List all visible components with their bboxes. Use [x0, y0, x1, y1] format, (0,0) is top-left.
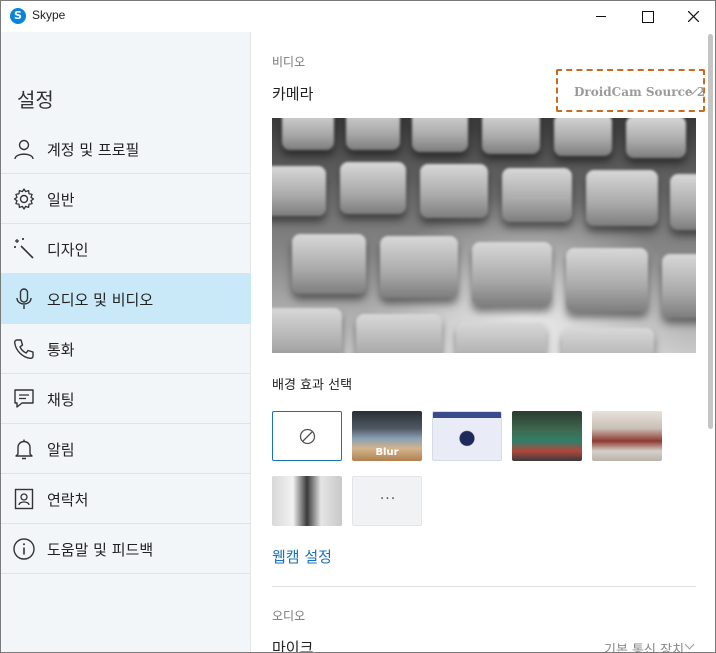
camera-selected-value: DroidCam Source 2: [574, 85, 706, 99]
preview-key: [502, 168, 572, 222]
preview-key: [626, 118, 686, 158]
sidebar-item-label: 채팅: [47, 391, 75, 409]
background-image-office-green[interactable]: [512, 411, 582, 461]
sidebar-item-label: 통화: [47, 341, 75, 359]
preview-key: [554, 118, 612, 156]
blur-label: Blur: [375, 447, 399, 458]
microphone-label: 마이크: [272, 639, 314, 653]
preview-key: [482, 118, 540, 154]
person-icon: [14, 139, 34, 160]
preview-key: [282, 118, 334, 150]
sidebar-title: 설정: [17, 88, 54, 112]
sidebar-item-audio-video[interactable]: 오디오 및 비디오: [1, 274, 251, 324]
scrollbar-thumb[interactable]: [708, 34, 713, 429]
sidebar-item-notifications[interactable]: 알림: [1, 424, 251, 474]
preview-key: [456, 322, 546, 353]
sidebar-item-calls[interactable]: 통화: [1, 324, 251, 374]
more-icon: ···: [379, 491, 397, 507]
camera-select-dropdown[interactable]: DroidCam Source 2: [556, 69, 705, 112]
gear-icon: [13, 188, 35, 210]
sidebar-item-chat[interactable]: 채팅: [1, 374, 251, 424]
contact-card-icon: [14, 488, 34, 510]
microphone-icon: [16, 288, 32, 309]
section-divider: [272, 586, 696, 587]
sidebar-item-design[interactable]: 디자인: [1, 224, 251, 274]
preview-key: [292, 234, 366, 294]
preview-key: [272, 166, 326, 216]
title-bar: S Skype: [1, 1, 715, 32]
preview-key: [356, 314, 442, 353]
preview-key: [662, 254, 696, 318]
sidebar-item-label: 오디오 및 비디오: [47, 291, 154, 309]
minimize-button[interactable]: [578, 1, 624, 32]
background-image-office-red[interactable]: [592, 411, 662, 461]
chevron-down-icon: [684, 639, 695, 650]
audio-video-settings-panel: 비디오 카메라 DroidCam Source 2 배경 효과 선택 Blur …: [252, 32, 715, 653]
preview-key: [420, 164, 488, 218]
preview-key: [566, 248, 648, 312]
camera-preview: [272, 118, 696, 353]
video-section-label: 비디오: [272, 55, 306, 69]
sidebar-item-label: 계정 및 프로필: [47, 141, 140, 159]
background-effect-label: 배경 효과 선택: [272, 378, 353, 393]
chat-icon: [14, 389, 34, 408]
preview-key: [380, 236, 458, 298]
skype-settings-window: S Skype 설정 계정 및 프로필 일반 디자인 오디오 및 비디오 통화 …: [0, 0, 716, 653]
close-icon: [688, 11, 699, 22]
magic-wand-icon: [14, 238, 34, 259]
preview-key: [412, 118, 468, 152]
no-effect-icon: [299, 428, 316, 445]
preview-key: [472, 242, 552, 306]
background-image-room[interactable]: [272, 476, 342, 526]
background-none-option[interactable]: [272, 411, 342, 461]
sidebar-item-label: 일반: [47, 191, 75, 209]
settings-nav: 계정 및 프로필 일반 디자인 오디오 및 비디오 통화 채팅 알림 연락처 도…: [1, 124, 251, 574]
preview-key: [586, 170, 658, 226]
window-title: Skype: [32, 8, 66, 22]
sidebar-item-general[interactable]: 일반: [1, 174, 251, 224]
more-backgrounds-button[interactable]: ···: [352, 476, 422, 526]
sidebar-item-contacts[interactable]: 연락처: [1, 474, 251, 524]
sidebar-item-help-feedback[interactable]: 도움말 및 피드백: [1, 524, 251, 574]
preview-key: [670, 174, 696, 230]
preview-key: [340, 162, 406, 214]
bell-icon: [15, 439, 33, 460]
background-blur-option[interactable]: Blur: [352, 411, 422, 461]
webcam-settings-link[interactable]: 웹캠 설정: [272, 546, 332, 567]
content-scrollbar[interactable]: [705, 32, 715, 652]
background-image-winter[interactable]: [432, 411, 502, 461]
microphone-select-dropdown[interactable]: 기본 통신 장치: [604, 639, 684, 652]
audio-section-label: 오디오: [272, 609, 306, 623]
close-button[interactable]: [670, 1, 715, 32]
skype-logo-icon: S: [10, 8, 26, 24]
preview-key: [562, 328, 654, 353]
sidebar-item-label: 도움말 및 피드백: [47, 541, 154, 559]
settings-sidebar: 설정 계정 및 프로필 일반 디자인 오디오 및 비디오 통화 채팅 알림 연락…: [1, 32, 251, 652]
preview-key: [346, 118, 400, 150]
preview-key: [272, 308, 342, 353]
camera-label: 카메라: [272, 85, 314, 103]
sidebar-item-label: 디자인: [47, 241, 89, 259]
sidebar-item-account-profile[interactable]: 계정 및 프로필: [1, 124, 251, 174]
sidebar-item-label: 연락처: [47, 491, 89, 509]
maximize-button[interactable]: [624, 1, 670, 32]
sidebar-item-label: 알림: [47, 441, 75, 459]
info-icon: [13, 538, 35, 560]
phone-icon: [13, 339, 34, 360]
